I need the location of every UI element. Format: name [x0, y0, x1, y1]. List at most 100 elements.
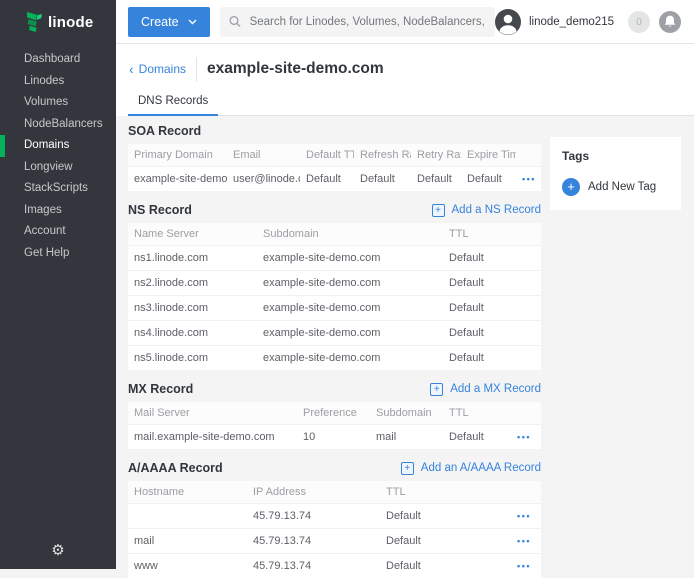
a-record-section: A/AAAA Record + Add an A/AAAA Record Hos… — [128, 460, 541, 578]
soa-table-header: Primary Domain Email Default TTL Refresh… — [128, 144, 541, 166]
cell-email: user@linode.com — [227, 173, 300, 185]
sidebar-item-linodes[interactable]: Linodes — [0, 71, 116, 93]
cell-subdomain: example-site-demo.com — [257, 327, 443, 339]
column-header: TTL — [380, 486, 470, 498]
plus-box-icon: + — [401, 462, 414, 475]
sidebar-nav: Dashboard Linodes Volumes NodeBalancers … — [0, 49, 116, 264]
ns-record-table: Name Server Subdomain TTL ns1.linode.com… — [128, 223, 541, 370]
ns-table-header: Name Server Subdomain TTL — [128, 223, 541, 245]
column-header: TTL — [443, 407, 503, 419]
sidebar-item-stackscripts[interactable]: StackScripts — [0, 178, 116, 200]
tab-dns-records[interactable]: DNS Records — [128, 89, 218, 116]
breadcrumb: ‹ Domains example-site-demo.com — [116, 52, 694, 86]
page: ‹ Domains example-site-demo.com DNS Reco… — [116, 44, 694, 569]
cell-ttl: Default — [380, 535, 470, 547]
page-title: example-site-demo.com — [207, 60, 384, 78]
sidebar-item-longview[interactable]: Longview — [0, 157, 116, 179]
column-header: TTL — [443, 228, 541, 240]
cell-ttl: Default — [380, 560, 470, 572]
content: SOA Record Primary Domain Email Default … — [116, 116, 694, 578]
row-actions-button[interactable]: ••• — [517, 561, 531, 571]
cell-expire-time: Default — [461, 173, 516, 185]
sidebar-item-nodebalancers[interactable]: NodeBalancers — [0, 114, 116, 136]
row-actions-button[interactable]: ••• — [522, 174, 536, 184]
row-actions-button[interactable]: ••• — [517, 432, 531, 442]
add-mx-record-label: Add a MX Record — [450, 383, 541, 395]
sidebar-item-dashboard[interactable]: Dashboard — [0, 49, 116, 71]
add-mx-record-link[interactable]: + Add a MX Record — [430, 383, 541, 396]
records-column: SOA Record Primary Domain Email Default … — [128, 123, 541, 578]
breadcrumb-back-link[interactable]: ‹ Domains — [129, 62, 186, 76]
add-ns-record-label: Add a NS Record — [452, 204, 542, 216]
ns-section-title: NS Record — [128, 203, 192, 217]
breadcrumb-divider — [196, 57, 197, 82]
search-input[interactable] — [248, 15, 486, 29]
tags-panel-title: Tags — [562, 149, 669, 163]
column-header: Subdomain — [370, 407, 443, 419]
soa-section-title: SOA Record — [128, 124, 201, 138]
row-actions-button[interactable]: ••• — [517, 536, 531, 546]
cell-ttl: Default — [443, 302, 541, 314]
add-new-tag-button[interactable]: + Add New Tag — [562, 178, 669, 196]
sidebar-item-account[interactable]: Account — [0, 221, 116, 243]
cell-hostname: www — [128, 560, 247, 572]
cell-retry-rate: Default — [411, 173, 461, 185]
column-header: Name Server — [128, 228, 257, 240]
linode-logo[interactable]: linode — [0, 0, 116, 44]
notifications-button[interactable] — [659, 11, 681, 33]
a-section-title: A/AAAA Record — [128, 461, 223, 475]
sidebar-item-domains[interactable]: Domains — [0, 135, 116, 157]
cell-ttl: Default — [380, 510, 470, 522]
topbar: Create linode_demo215 0 — [116, 0, 694, 44]
user-area: linode_demo215 0 — [495, 9, 694, 35]
add-ns-record-link[interactable]: + Add a NS Record — [432, 204, 542, 217]
username[interactable]: linode_demo215 — [529, 16, 614, 28]
cell-ttl: Default — [443, 252, 541, 264]
column-header: IP Address — [247, 486, 380, 498]
breadcrumb-label: Domains — [139, 62, 186, 76]
search-box[interactable] — [220, 7, 495, 37]
tab-bar: DNS Records — [128, 89, 694, 116]
tags-panel: Tags + Add New Tag — [550, 137, 681, 210]
sidebar-item-volumes[interactable]: Volumes — [0, 92, 116, 114]
table-row: ns1.linode.com example-site-demo.com Def… — [128, 245, 541, 270]
cell-ttl: Default — [443, 327, 541, 339]
table-row: ns4.linode.com example-site-demo.com Def… — [128, 320, 541, 345]
chevron-down-icon — [188, 19, 197, 25]
settings-gear-icon[interactable]: ⚙ — [0, 541, 116, 559]
user-avatar[interactable] — [495, 9, 521, 35]
table-row: mail 45.79.13.74 Default ••• — [128, 528, 541, 553]
cell-name-server: ns5.linode.com — [128, 352, 257, 364]
cell-subdomain: mail — [370, 431, 443, 443]
sidebar-item-images[interactable]: Images — [0, 200, 116, 222]
create-button[interactable]: Create — [128, 7, 210, 37]
sidebar-item-get-help[interactable]: Get Help — [0, 243, 116, 265]
column-header: Email — [227, 149, 300, 161]
ns-record-section: NS Record + Add a NS Record Name Server … — [128, 202, 541, 370]
cell-primary-domain: example-site-demo.com — [128, 173, 227, 185]
column-header: Retry Rate — [411, 149, 461, 161]
mx-section-title: MX Record — [128, 382, 193, 396]
cell-name-server: ns4.linode.com — [128, 327, 257, 339]
mx-record-table: Mail Server Preference Subdomain TTL mai… — [128, 402, 541, 449]
soa-record-table: Primary Domain Email Default TTL Refresh… — [128, 144, 541, 191]
cell-name-server: ns2.linode.com — [128, 277, 257, 289]
column-header: Subdomain — [257, 228, 443, 240]
notification-count: 0 — [636, 16, 642, 28]
plus-box-icon: + — [432, 204, 445, 217]
table-row: example-site-demo.com user@linode.com De… — [128, 166, 541, 191]
table-row: ns3.linode.com example-site-demo.com Def… — [128, 295, 541, 320]
add-a-record-link[interactable]: + Add an A/AAAA Record — [401, 462, 541, 475]
plus-box-icon: + — [430, 383, 443, 396]
page-header: ‹ Domains example-site-demo.com DNS Reco… — [116, 44, 694, 116]
table-row: ns5.linode.com example-site-demo.com Def… — [128, 345, 541, 370]
row-actions-button[interactable]: ••• — [517, 511, 531, 521]
cell-default-ttl: Default — [300, 173, 354, 185]
cell-ttl: Default — [443, 431, 503, 443]
plus-circle-icon: + — [562, 178, 580, 196]
cell-hostname: mail — [128, 535, 247, 547]
column-header: Primary Domain — [128, 149, 227, 161]
back-chevron-icon: ‹ — [129, 62, 134, 76]
notification-count-badge[interactable]: 0 — [628, 11, 650, 33]
mx-table-header: Mail Server Preference Subdomain TTL — [128, 402, 541, 424]
